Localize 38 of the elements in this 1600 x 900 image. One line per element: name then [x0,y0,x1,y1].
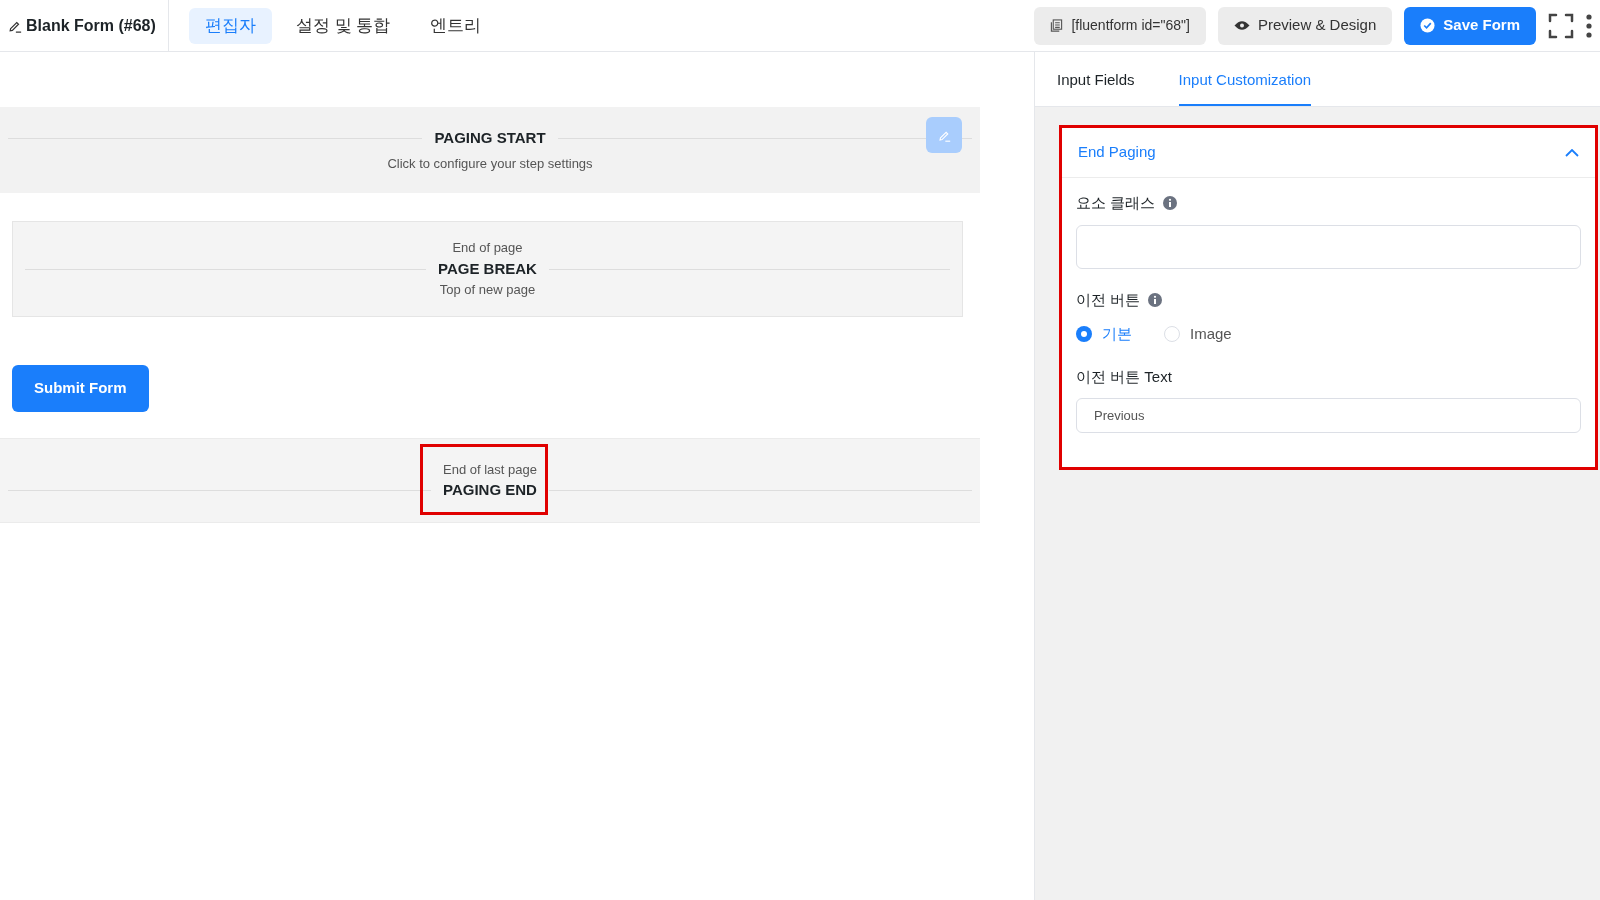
radio-option[interactable]: 기본 [1076,323,1132,346]
sidebar-tab[interactable]: Input Fields [1057,56,1135,106]
paging-end-top-label: End of last page [443,460,537,479]
submit-form-button[interactable]: Submit Form [12,365,149,412]
radio-button[interactable] [1164,326,1180,343]
radio-option[interactable]: Image [1164,323,1232,346]
paging-end-title: PAGING END [442,480,538,500]
copy-icon [1050,19,1064,32]
field-label: 요소 클래스 [1076,193,1156,213]
page-break-title: PAGE BREAK [437,258,538,279]
page-break-section[interactable]: End of page PAGE BREAK Top of new page [12,221,963,317]
nav-tab[interactable]: 편집자 [188,7,272,44]
paging-end-section[interactable]: End of last page PAGING END [0,438,980,523]
shortcode-button[interactable]: [fluentform id="68"] [1034,6,1206,45]
panel-title[interactable]: End Paging [1078,141,1156,164]
nav-tab[interactable]: 엔트리 [414,7,498,44]
radio-button[interactable] [1076,326,1092,343]
preview-design-button[interactable]: Preview & Design [1217,6,1393,45]
fullscreen-icon[interactable] [1548,12,1574,39]
text-input[interactable] [1076,224,1581,269]
save-form-button[interactable]: Save Form [1404,6,1536,45]
eye-icon [1233,20,1250,31]
page-break-top-label: End of page [452,239,523,258]
form-title: Blank Form (#68) [26,15,156,36]
sidebar-tab[interactable]: Input Customization [1178,56,1312,106]
field-label: 이전 버튼 Text [1076,366,1172,387]
info-icon[interactable] [1148,292,1163,307]
paging-start-title: PAGING START [433,128,547,148]
text-input[interactable]: Previous [1076,398,1581,433]
page-break-bottom-label: Top of new page [439,281,536,300]
chevron-up-icon[interactable] [1565,148,1579,157]
info-icon[interactable] [1163,196,1178,211]
more-options-icon[interactable] [1586,13,1592,38]
check-circle-icon [1420,18,1436,33]
paging-start-section[interactable]: PAGING START Click to configure your step settings [0,107,980,193]
nav-tab[interactable]: 설정 및 통합 [279,7,407,44]
field-label: 이전 버튼 [1076,289,1141,310]
paging-start-subtitle: Click to configure your step settings [387,154,593,173]
